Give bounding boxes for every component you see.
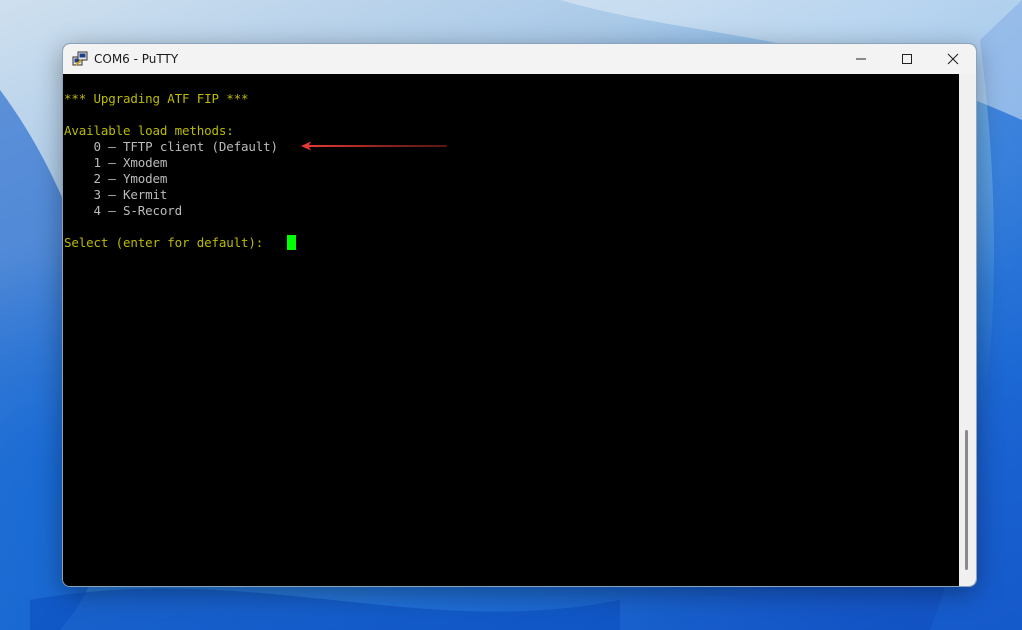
terminal-cursor [287, 235, 296, 250]
close-icon [947, 53, 959, 65]
terminal-output[interactable]: *** Upgrading ATF FIP *** Available load… [63, 74, 961, 586]
load-method-option-3: 3 – Kermit [64, 187, 168, 202]
minimize-icon [856, 58, 866, 60]
maximize-icon [902, 54, 912, 64]
maximize-button[interactable] [884, 44, 930, 74]
load-method-option-4: 4 – S-Record [64, 203, 183, 218]
load-method-option-0: 0 – TFTP client (Default) [64, 139, 279, 154]
minimize-button[interactable] [838, 44, 884, 74]
load-method-option-1: 1 – Xmodem [64, 155, 168, 170]
window-controls [838, 44, 976, 74]
vertical-scrollbar[interactable] [959, 74, 976, 586]
load-methods-header: Available load methods: [64, 123, 234, 138]
left-arrow-icon [301, 141, 447, 151]
scrollbar-thumb[interactable] [965, 430, 968, 570]
putty-window: COM6 - PuTTY *** Upgrading ATF FIP *** A… [62, 43, 977, 587]
close-button[interactable] [930, 44, 976, 74]
window-title: COM6 - PuTTY [94, 52, 179, 66]
putty-app-icon[interactable] [72, 51, 88, 67]
title-bar[interactable]: COM6 - PuTTY [63, 44, 976, 74]
select-prompt: Select (enter for default): [64, 235, 271, 250]
load-method-option-2: 2 – Ymodem [64, 171, 168, 186]
terminal-heading: *** Upgrading ATF FIP *** [64, 91, 249, 106]
